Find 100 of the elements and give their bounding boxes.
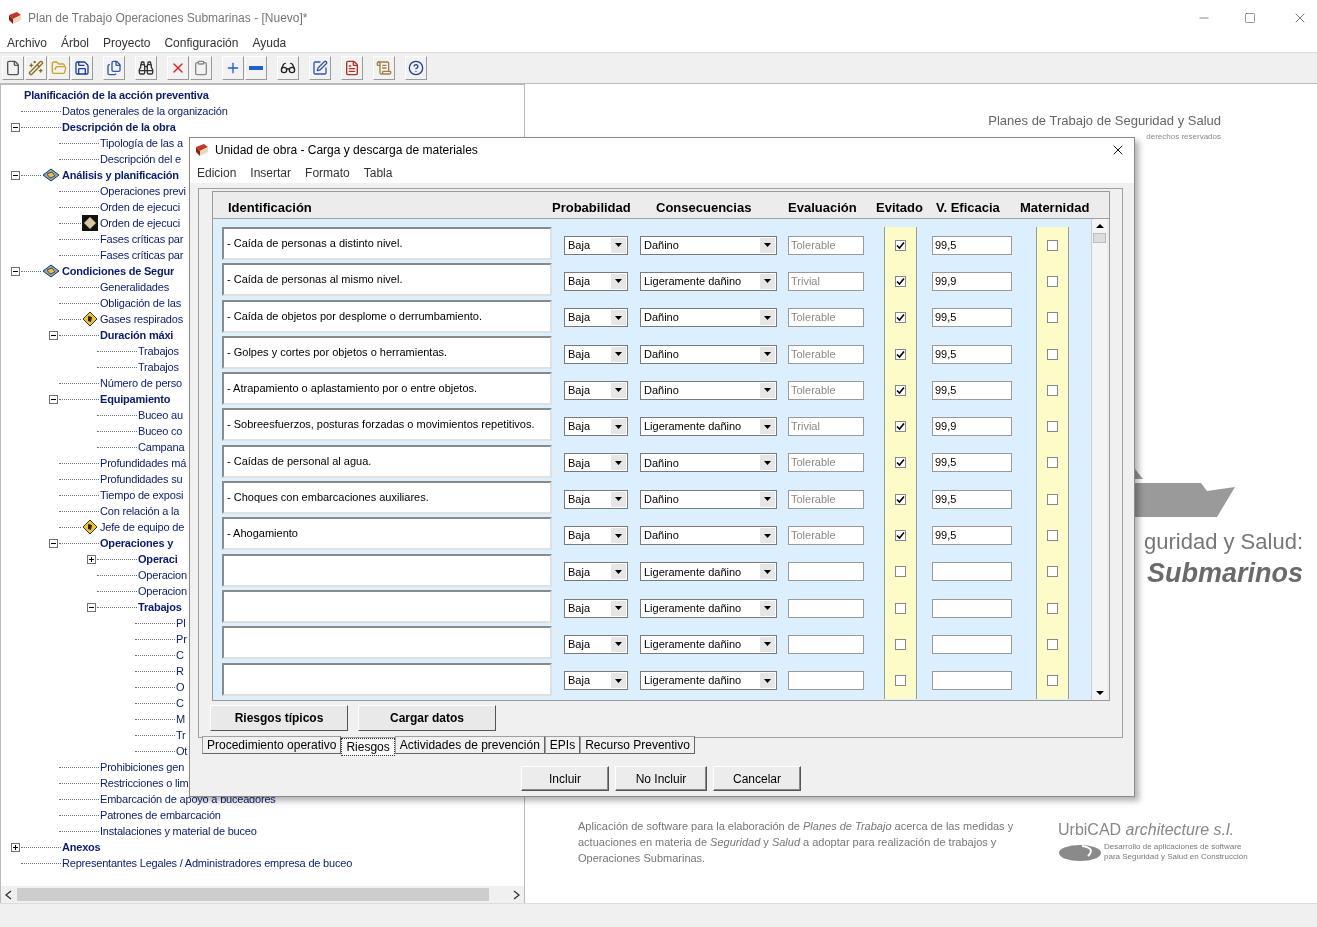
tree-item[interactable]: Generalidades [100, 279, 169, 295]
action-button[interactable]: Cargar datos [358, 705, 496, 731]
tree-item[interactable]: Jefe de equipo de [100, 519, 185, 535]
menu-item[interactable]: Árbol [61, 33, 90, 52]
dropdown[interactable]: Dañino [640, 235, 777, 255]
tree-item[interactable]: Datos generales de la organización [62, 103, 228, 119]
toolbar-button[interactable] [405, 56, 427, 80]
toolbar-button[interactable] [2, 56, 24, 80]
tree-item[interactable]: Operaci [138, 551, 178, 567]
checkbox[interactable] [1047, 312, 1058, 324]
tab[interactable]: Actividades de prevención [394, 736, 545, 754]
checkbox[interactable] [895, 493, 906, 505]
checkbox[interactable] [895, 348, 906, 360]
collapse-toggle[interactable] [11, 170, 20, 180]
dropdown[interactable]: Baja [564, 235, 628, 255]
tab[interactable]: Procedimiento operativo [202, 736, 342, 754]
menu-item[interactable]: Tabla [363, 163, 393, 182]
tree-item[interactable]: Fases críticas par [100, 231, 184, 247]
dialog-button[interactable]: Cancelar [713, 766, 801, 791]
efficacy-field[interactable]: 99,5 [932, 308, 1012, 328]
action-button[interactable]: Riesgos típicos [210, 705, 348, 731]
tree-item[interactable]: Condiciones de Segur [62, 263, 175, 279]
tree-item[interactable]: Profundidades su [100, 471, 183, 487]
identification-field[interactable]: - Choques con embarcaciones auxiliares. [222, 481, 552, 515]
evaluation-field[interactable]: Tolerable [788, 380, 864, 400]
tree-item[interactable]: O [176, 679, 185, 695]
dropdown[interactable]: Dañino [640, 344, 777, 364]
toolbar-button[interactable] [71, 56, 93, 80]
tree-item[interactable]: Pr [176, 631, 187, 647]
menu-item[interactable]: Edicion [197, 163, 237, 182]
evaluation-field[interactable] [788, 598, 864, 618]
identification-field[interactable] [222, 662, 552, 696]
checkbox[interactable] [895, 530, 906, 541]
efficacy-field[interactable]: 99,5 [932, 344, 1012, 364]
expand-toggle[interactable] [11, 842, 20, 852]
maximize-icon[interactable] [1244, 12, 1256, 24]
evaluation-field[interactable] [788, 671, 864, 691]
tree-item[interactable]: Prohibiciones gen [100, 759, 185, 775]
efficacy-field[interactable]: 99,5 [932, 453, 1012, 473]
dropdown[interactable]: Baja [564, 562, 628, 582]
identification-field[interactable]: - Atrapamiento o aplastamiento por o entre objetos. [222, 372, 552, 406]
menu-item[interactable]: Ayuda [252, 33, 287, 52]
checkbox[interactable] [895, 384, 906, 396]
tree-item[interactable]: Ot [176, 743, 188, 759]
tree-item[interactable]: Trabajos [138, 599, 182, 615]
identification-field[interactable]: - Caída de personas al mismo nivel. [222, 263, 552, 297]
tree-item[interactable]: Operacion [138, 583, 187, 599]
tree-item[interactable]: Con relación a la [100, 503, 180, 519]
tree-item[interactable]: Profundidades má [100, 455, 187, 471]
checkbox[interactable] [1047, 348, 1058, 360]
tree-item[interactable]: Representantes Legales / Administradores empresa de buceo [62, 855, 353, 871]
tree-item[interactable]: Campana [138, 439, 185, 455]
evaluation-field[interactable]: Tolerable [788, 308, 864, 328]
dropdown[interactable]: Dañino [640, 308, 777, 328]
dropdown[interactable]: Ligeramente dañino [640, 634, 777, 654]
checkbox[interactable] [895, 602, 906, 614]
collapse-toggle[interactable] [49, 330, 58, 340]
dropdown[interactable]: Baja [564, 271, 628, 291]
checkbox[interactable] [1047, 675, 1058, 687]
identification-field[interactable]: - Ahogamiento [222, 517, 552, 551]
dropdown[interactable]: Baja [564, 526, 628, 545]
toolbar-button[interactable] [277, 56, 299, 80]
dropdown[interactable]: Ligeramente dañino [640, 562, 777, 582]
dropdown[interactable]: Ligeramente dañino [640, 271, 777, 291]
evaluation-field[interactable] [788, 562, 864, 582]
checkbox[interactable] [1047, 275, 1058, 287]
identification-field[interactable] [222, 589, 552, 623]
evaluation-field[interactable]: Tolerable [788, 453, 864, 473]
toolbar-button[interactable] [103, 56, 125, 80]
dropdown[interactable]: Ligeramente dañino [640, 417, 777, 437]
tree-item[interactable]: Duración máxi [100, 327, 174, 343]
collapse-toggle[interactable] [49, 394, 58, 404]
menu-item[interactable]: Configuración [164, 33, 239, 52]
checkbox[interactable] [895, 675, 906, 687]
checkbox[interactable] [1047, 239, 1058, 251]
tree-item[interactable]: Trabajos [138, 359, 179, 375]
tree-item[interactable]: Análisis y planificación [62, 167, 179, 183]
evaluation-field[interactable]: Tolerable [788, 235, 864, 255]
identification-field[interactable] [222, 553, 552, 587]
identification-field[interactable]: - Caídas de personal al agua. [222, 444, 552, 478]
collapse-toggle[interactable] [11, 266, 20, 276]
checkbox[interactable] [895, 638, 906, 650]
tree-item[interactable]: R [176, 663, 184, 679]
dropdown[interactable]: Dañino [640, 380, 777, 400]
tree-item[interactable]: C [176, 695, 184, 711]
dropdown[interactable]: Dañino [640, 489, 777, 509]
efficacy-field[interactable] [932, 562, 1012, 582]
scrollbar-thumb[interactable] [1093, 233, 1106, 243]
efficacy-field[interactable] [932, 634, 1012, 654]
checkbox[interactable] [1047, 530, 1058, 541]
identification-field[interactable]: - Caída de personas a distinto nivel. [222, 227, 552, 260]
checkbox[interactable] [1047, 602, 1058, 614]
efficacy-field[interactable] [932, 598, 1012, 618]
toolbar-button[interactable] [309, 56, 331, 80]
dropdown[interactable]: Dañino [640, 453, 777, 473]
tree-item[interactable]: Operaciones y [100, 535, 174, 551]
tree-item[interactable]: Patrones de embarcación [100, 807, 221, 823]
tree-item[interactable]: Operaciones previ [100, 183, 186, 199]
efficacy-field[interactable]: 99,5 [932, 489, 1012, 509]
dropdown[interactable]: Baja [564, 380, 628, 400]
